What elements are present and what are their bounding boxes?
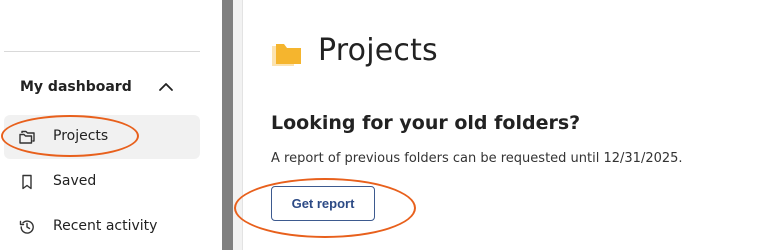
panel-gutter bbox=[233, 0, 242, 250]
get-report-button[interactable]: Get report bbox=[271, 186, 375, 221]
sidebar-item-projects[interactable]: Projects bbox=[4, 115, 200, 159]
page-title: Projects bbox=[318, 33, 438, 68]
sidebar-item-saved[interactable]: Saved bbox=[4, 160, 200, 204]
main-border bbox=[242, 0, 243, 250]
chevron-up-icon bbox=[159, 83, 173, 91]
my-dashboard-section-toggle[interactable]: My dashboard bbox=[4, 72, 200, 102]
report-description: A report of previous folders can be requ… bbox=[271, 151, 683, 166]
section-title: My dashboard bbox=[20, 79, 132, 95]
bookmark-icon bbox=[22, 174, 32, 190]
folders-icon bbox=[19, 130, 35, 144]
sidebar: My dashboard Projects Saved Recent activ… bbox=[0, 0, 222, 250]
history-icon bbox=[19, 220, 34, 234]
sidebar-item-label: Projects bbox=[53, 128, 109, 144]
old-folders-heading: Looking for your old folders? bbox=[271, 112, 581, 134]
sidebar-divider bbox=[4, 51, 200, 52]
sidebar-item-recent-activity[interactable]: Recent activity bbox=[4, 205, 200, 249]
folder-icon bbox=[272, 44, 301, 66]
sidebar-item-label: Recent activity bbox=[53, 218, 158, 234]
sidebar-item-label: Saved bbox=[53, 173, 97, 189]
panel-resizer[interactable] bbox=[222, 0, 233, 250]
